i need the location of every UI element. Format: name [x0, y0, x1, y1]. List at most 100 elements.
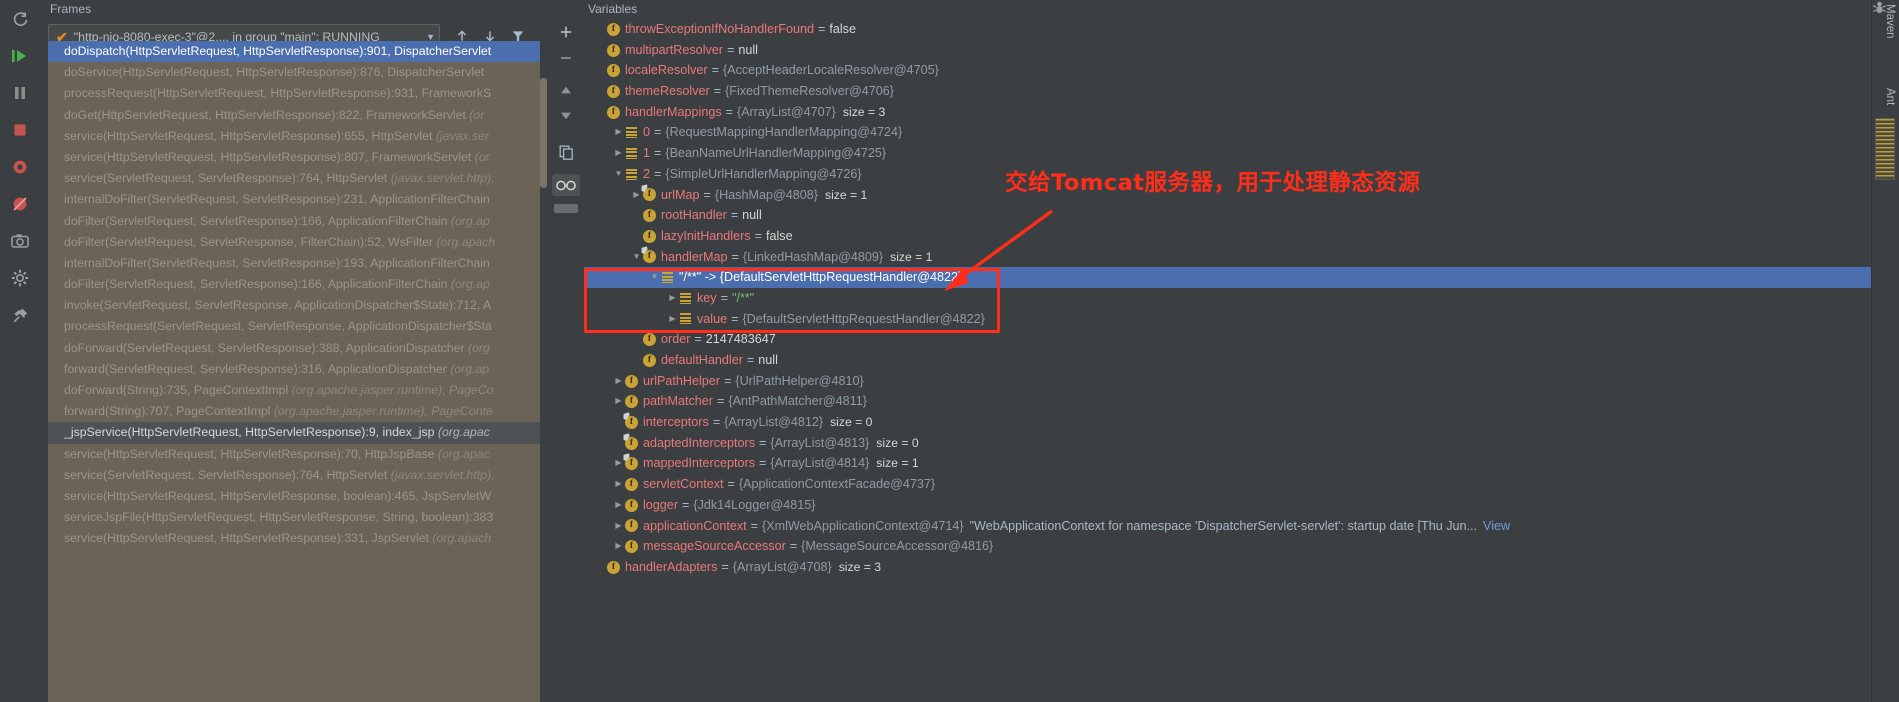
variable-row[interactable]: ▶ mappedInterceptors={ArrayList@4814} size…: [584, 453, 1881, 474]
variable-row[interactable]: ▶ throwExceptionIfNoHandlerFound=false: [584, 19, 1881, 40]
variable-row[interactable]: ▼ handlerMap={LinkedHashMap@4809} size = 1: [584, 247, 1881, 268]
frame-row[interactable]: serviceJspFile(HttpServletRequest, HttpS…: [48, 507, 540, 528]
variable-row[interactable]: ▶ adaptedInterceptors={ArrayList@4813} siz…: [584, 433, 1881, 454]
chevron-right-icon[interactable]: ▶: [630, 185, 643, 206]
variable-row[interactable]: ▶ logger={Jdk14Logger@4815}: [584, 495, 1881, 516]
frame-row[interactable]: forward(String):707, PageContextImpl (or…: [48, 401, 540, 422]
variable-row[interactable]: ▶ key = "/**": [584, 288, 1881, 309]
variable-row[interactable]: ▶ 1 = {BeanNameUrlHandlerMapping@4725}: [584, 143, 1881, 164]
screenshot-icon[interactable]: [3, 224, 37, 258]
chevron-down-icon[interactable]: ▼: [612, 164, 625, 185]
resume-program-icon[interactable]: [3, 39, 37, 73]
debug-actions-toolbar: [0, 0, 40, 702]
variable-row[interactable]: ▶ defaultHandler=null: [584, 350, 1881, 371]
frame-row[interactable]: processRequest(HttpServletRequest, HttpS…: [48, 83, 540, 104]
minimap-icon[interactable]: [1875, 118, 1895, 180]
frame-row[interactable]: service(ServletRequest, ServletResponse)…: [48, 168, 540, 189]
variable-row[interactable]: ▶ themeResolver={FixedThemeResolver@4706}: [584, 81, 1881, 102]
mute-breakpoints-icon[interactable]: [3, 150, 37, 184]
frame-row[interactable]: forward(ServletRequest, ServletResponse)…: [48, 359, 540, 380]
frame-row-label: doForward(ServletRequest, ServletRespons…: [64, 340, 468, 355]
frame-row[interactable]: service(HttpServletRequest, HttpServletR…: [48, 444, 540, 465]
frame-row[interactable]: service(HttpServletRequest, HttpServletR…: [48, 528, 540, 549]
frame-row[interactable]: service(HttpServletRequest, HttpServletR…: [48, 126, 540, 147]
chevron-right-icon[interactable]: ▶: [612, 474, 625, 495]
frame-row[interactable]: invoke(ServletRequest, ServletResponse, …: [48, 295, 540, 316]
variable-row[interactable]: ▶ messageSourceAccessor={MessageSourceAcc…: [584, 536, 1881, 557]
frame-row-package: (or: [469, 107, 485, 122]
variable-row[interactable]: ▶ handlerMappings={ArrayList@4707} size = …: [584, 102, 1881, 123]
add-watch-button[interactable]: [553, 20, 579, 44]
frames-scrollbar[interactable]: [539, 0, 548, 702]
chevron-right-icon[interactable]: ▶: [612, 516, 625, 537]
frame-row-package: (or: [474, 149, 490, 164]
toolstrip-handle[interactable]: [554, 204, 578, 213]
frame-row[interactable]: _jspService(HttpServletRequest, HttpServ…: [48, 422, 540, 444]
field-icon: [607, 43, 620, 57]
copy-icon[interactable]: [553, 140, 579, 164]
chevron-right-icon[interactable]: ▶: [666, 309, 679, 330]
frame-row[interactable]: service(ServletRequest, ServletResponse)…: [48, 465, 540, 486]
variable-row[interactable]: ▶ urlMap={HashMap@4808} size = 1: [584, 185, 1881, 206]
settings-gear-icon[interactable]: [3, 261, 37, 295]
variable-name: logger: [643, 497, 679, 512]
variable-row[interactable]: ▶ multipartResolver=null: [584, 40, 1881, 61]
variable-row[interactable]: ▶ pathMatcher={AntPathMatcher@4811}: [584, 391, 1881, 412]
move-down-button[interactable]: [553, 104, 579, 128]
glasses-icon[interactable]: [552, 174, 580, 196]
chevron-down-icon[interactable]: ▼: [648, 267, 661, 288]
frame-row[interactable]: internalDoFilter(ServletRequest, Servlet…: [48, 189, 540, 210]
frames-scrollbar-thumb[interactable]: [540, 78, 547, 188]
view-breakpoints-icon[interactable]: [3, 187, 37, 221]
chevron-right-icon[interactable]: ▶: [612, 122, 625, 143]
frame-row[interactable]: service(HttpServletRequest, HttpServletR…: [48, 147, 540, 168]
variable-row[interactable]: ▶ rootHandler=null: [584, 205, 1881, 226]
frame-row[interactable]: doFilter(ServletRequest, ServletResponse…: [48, 274, 540, 295]
frame-row[interactable]: internalDoFilter(ServletRequest, Servlet…: [48, 253, 540, 274]
variables-panel: Variables ▶ throwExceptionIfNoHandlerFoun…: [584, 0, 1899, 702]
chevron-right-icon[interactable]: ▶: [612, 536, 625, 557]
tab-maven[interactable]: Maven: [1884, 4, 1896, 39]
frame-row[interactable]: doService(HttpServletRequest, HttpServle…: [48, 62, 540, 83]
rerun-icon[interactable]: [3, 2, 37, 36]
variable-row[interactable]: ▶ applicationContext={XmlWebApplicationCo…: [584, 516, 1881, 537]
frame-row[interactable]: service(HttpServletRequest, HttpServletR…: [48, 486, 540, 507]
frame-row[interactable]: doFilter(ServletRequest, ServletResponse…: [48, 232, 540, 253]
variable-row[interactable]: ▶ order=2147483647: [584, 329, 1881, 350]
variable-row[interactable]: ▶ interceptors={ArrayList@4812} size = 0: [584, 412, 1881, 433]
variable-row[interactable]: ▶ servletContext={ApplicationContextFacad…: [584, 474, 1881, 495]
variable-row[interactable]: ▼ "/**" -> {DefaultServletHttpRequestHand…: [584, 267, 1881, 288]
chevron-right-icon[interactable]: ▶: [612, 391, 625, 412]
pause-icon[interactable]: [3, 76, 37, 110]
remove-watch-button[interactable]: [553, 46, 579, 70]
chevron-down-icon[interactable]: ▼: [630, 247, 643, 268]
variable-row[interactable]: ▶ 0 = {RequestMappingHandlerMapping@4724}: [584, 122, 1881, 143]
variable-row[interactable]: ▶ lazyInitHandlers=false: [584, 226, 1881, 247]
frame-row[interactable]: doGet(HttpServletRequest, HttpServletRes…: [48, 105, 540, 126]
frame-row[interactable]: doForward(ServletRequest, ServletRespons…: [48, 338, 540, 359]
frame-row[interactable]: doDispatch(HttpServletRequest, HttpServl…: [48, 41, 540, 63]
frame-row-label: processRequest(HttpServletRequest, HttpS…: [64, 86, 492, 101]
variable-row[interactable]: ▼ 2 = {SimpleUrlHandlerMapping@4726}: [584, 164, 1881, 185]
variable-row[interactable]: ▶ value = {DefaultServletHttpRequestHandler…: [584, 309, 1881, 330]
variable-row[interactable]: ▶ urlPathHelper={UrlPathHelper@4810}: [584, 371, 1881, 392]
tab-ant[interactable]: Ant: [1884, 88, 1896, 105]
pin-icon[interactable]: [3, 298, 37, 332]
view-link[interactable]: View: [1477, 516, 1510, 537]
chevron-right-icon[interactable]: ▶: [666, 288, 679, 309]
chevron-right-icon[interactable]: ▶: [612, 143, 625, 164]
frame-row[interactable]: doForward(String):735, PageContextImpl (…: [48, 380, 540, 401]
frame-row[interactable]: doFilter(ServletRequest, ServletResponse…: [48, 211, 540, 232]
frames-stack-list[interactable]: doDispatch(HttpServletRequest, HttpServl…: [48, 41, 540, 702]
chevron-right-icon[interactable]: ▶: [612, 453, 625, 474]
variables-tree[interactable]: ▶throwExceptionIfNoHandlerFound=false▶mu…: [584, 19, 1881, 702]
variable-row[interactable]: ▶ localeResolver={AcceptHeaderLocaleResol…: [584, 60, 1881, 81]
move-up-button[interactable]: [553, 78, 579, 102]
tree-spacer: ▶: [594, 19, 607, 40]
frame-row[interactable]: processRequest(ServletRequest, ServletRe…: [48, 316, 540, 337]
chevron-right-icon[interactable]: ▶: [612, 495, 625, 516]
frame-row-label: internalDoFilter(ServletRequest, Servlet…: [64, 255, 490, 270]
stop-icon[interactable]: [3, 113, 37, 147]
variable-row[interactable]: ▶ handlerAdapters={ArrayList@4708} size = …: [584, 557, 1881, 578]
chevron-right-icon[interactable]: ▶: [612, 371, 625, 392]
